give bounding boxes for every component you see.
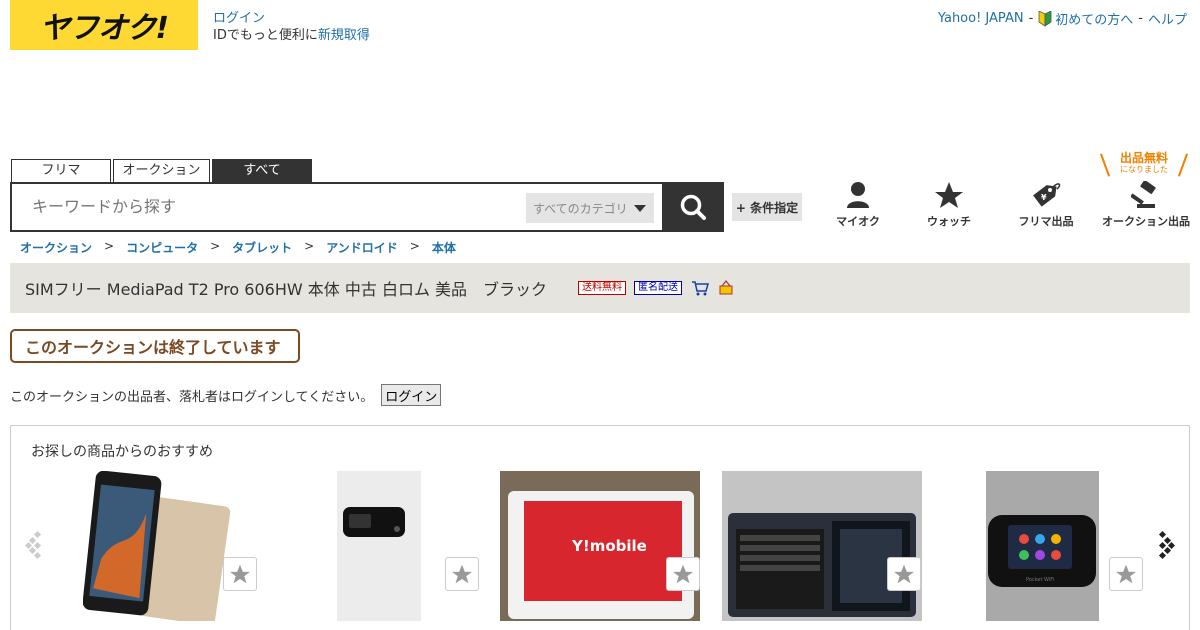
- recommend-item-image[interactable]: [722, 471, 922, 621]
- login-message-row: このオークションの出品者、落札者はログインしてください。 ログイン: [10, 384, 442, 406]
- star-icon: [935, 182, 963, 208]
- free-note-sub: になりました: [1120, 165, 1168, 174]
- price-tag-icon: ¥: [1033, 183, 1061, 207]
- login-prompt: IDでもっと便利に: [213, 28, 318, 43]
- recommend-item-image[interactable]: [337, 471, 421, 621]
- top-links: Yahoo! JAPAN - 初めての方へ - ヘルプ: [938, 9, 1187, 28]
- breadcrumb: オークション > コンピュータ > タブレット > アンドロイド > 本体: [20, 239, 456, 256]
- star-icon: [894, 564, 914, 584]
- search-input[interactable]: [32, 197, 512, 216]
- breadcrumb-separator: >: [304, 239, 315, 253]
- gavel-icon: [1131, 181, 1156, 208]
- search-icon: [680, 194, 706, 220]
- free-shipping-badge: 送料無料: [578, 281, 627, 295]
- breadcrumb-separator: >: [409, 239, 420, 253]
- tab-all[interactable]: すべて: [212, 159, 312, 183]
- nav-watch-label: ウォッチ: [927, 215, 971, 228]
- breadcrumb-item[interactable]: アンドロイド: [326, 239, 398, 256]
- recommend-section: お探しの商品からのおすすめ Y!mobile Pocket WiFi: [10, 425, 1190, 630]
- watch-star-button[interactable]: [1109, 557, 1143, 591]
- cart-icon: [692, 281, 710, 296]
- separator: -: [1028, 11, 1034, 26]
- login-button[interactable]: ログイン: [381, 384, 442, 406]
- category-select[interactable]: すべてのカテゴリ: [526, 193, 654, 223]
- yahoo-japan-link[interactable]: Yahoo! JAPAN: [938, 11, 1024, 26]
- tab-auction[interactable]: オークション: [113, 159, 210, 183]
- breadcrumb-separator: >: [210, 239, 221, 253]
- nav-auction-listing-label: オークション出品: [1102, 215, 1190, 228]
- free-note-main: 出品無料: [1119, 151, 1168, 165]
- tab-flea[interactable]: フリマ: [11, 159, 111, 183]
- star-icon: [230, 564, 250, 584]
- thumb5-brand: Pocket WiFi: [1026, 577, 1054, 583]
- condition-button[interactable]: + 条件指定: [732, 193, 802, 221]
- search-box: すべてのカテゴリ: [10, 182, 664, 232]
- free-listing-note: 出品無料 になりました: [1099, 151, 1189, 179]
- category-select-value: すべてのカテゴリ: [533, 201, 628, 216]
- login-message: このオークションの出品者、落札者はログインしてください。: [10, 389, 374, 405]
- recommend-item-image[interactable]: Pocket WiFi: [986, 471, 1099, 621]
- nav-auction-listing[interactable]: オークション出品: [1096, 181, 1196, 229]
- tablet-product-image: [83, 471, 231, 621]
- router-product-image: [337, 471, 421, 621]
- watch-star-button[interactable]: [445, 557, 479, 591]
- login-box: ログイン IDでもっと便利に新規取得: [213, 10, 370, 44]
- breadcrumb-item[interactable]: コンピュータ: [126, 239, 198, 256]
- nav-flea-listing[interactable]: ¥ フリマ出品: [1013, 181, 1079, 229]
- nav-icons: マイオク ウォッチ ¥ フリマ出品 オークション出品: [820, 181, 1200, 231]
- breadcrumb-item[interactable]: オークション: [20, 239, 92, 256]
- login-link[interactable]: ログイン: [213, 10, 370, 27]
- carousel-prev-icon[interactable]: [25, 526, 45, 562]
- carousel-next-icon[interactable]: [1155, 526, 1175, 562]
- breadcrumb-item[interactable]: 本体: [432, 239, 456, 256]
- svg-text:Y!mobile: Y!mobile: [571, 537, 647, 555]
- signup-link[interactable]: 新規取得: [318, 28, 370, 43]
- breadcrumb-item[interactable]: タブレット: [232, 239, 292, 256]
- help-link[interactable]: ヘルプ: [1148, 9, 1187, 28]
- new-item-icon: [719, 280, 733, 295]
- ymobile-tablet-image: Y!mobile: [500, 471, 700, 621]
- star-icon: [1116, 564, 1136, 584]
- star-icon: [673, 564, 693, 584]
- watch-star-button[interactable]: [666, 557, 700, 591]
- beginner-mark-icon: [1038, 10, 1052, 27]
- keyboard-case-image: [722, 471, 922, 621]
- nav-flea-listing-label: フリマ出品: [1018, 215, 1074, 228]
- beginners-link[interactable]: 初めての方へ: [1055, 9, 1133, 28]
- recommend-item-image[interactable]: Y!mobile: [500, 471, 700, 621]
- svg-text:¥: ¥: [1041, 193, 1047, 202]
- recommend-title: お探しの商品からのおすすめ: [31, 444, 213, 460]
- breadcrumb-separator: >: [104, 239, 115, 253]
- item-title: SIMフリー MediaPad T2 Pro 606HW 本体 中古 白ロム 美…: [25, 280, 548, 299]
- watch-star-button[interactable]: [887, 557, 921, 591]
- watch-star-button[interactable]: [223, 557, 257, 591]
- item-title-bar: SIMフリー MediaPad T2 Pro 606HW 本体 中古 白ロム 美…: [10, 263, 1190, 313]
- user-icon: [847, 182, 869, 208]
- search-button[interactable]: [662, 182, 724, 232]
- nav-my-auction-label: マイオク: [836, 215, 880, 228]
- nav-watch[interactable]: ウォッチ: [919, 181, 979, 229]
- caret-down-icon: [634, 205, 646, 212]
- auction-ended-notice: このオークションは終了しています: [10, 329, 300, 363]
- yahuoku-logo[interactable]: ヤフオク!: [10, 0, 198, 50]
- logo-text: ヤフオク!: [39, 11, 169, 46]
- nav-my-auction[interactable]: マイオク: [828, 181, 888, 229]
- separator: -: [1138, 11, 1143, 26]
- recommend-item-image[interactable]: [83, 471, 233, 621]
- star-icon: [452, 564, 472, 584]
- pocket-wifi-image: Pocket WiFi: [986, 471, 1099, 621]
- anonymous-shipping-badge: 匿名配送: [634, 281, 683, 295]
- search-tabs: フリマ オークション すべて: [11, 159, 312, 183]
